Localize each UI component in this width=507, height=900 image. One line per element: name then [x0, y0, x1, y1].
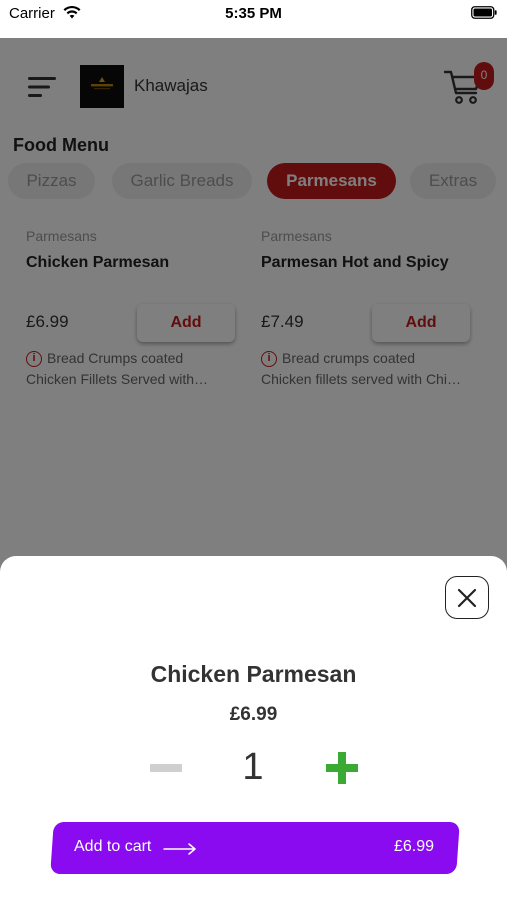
clock-time: 5:35 PM: [225, 5, 282, 22]
item-title: Chicken Parmesan: [150, 661, 357, 687]
quantity-decrease-button[interactable]: [150, 764, 182, 772]
quantity-increase-button[interactable]: [326, 752, 358, 784]
item-price: £6.99: [229, 704, 278, 725]
status-bar: Carrier 5:35 PM: [0, 0, 507, 38]
add-to-cart-price: £6.99: [393, 838, 434, 855]
quantity-value: 1: [242, 746, 264, 788]
close-button[interactable]: [445, 576, 489, 619]
add-to-cart-label: Add to cart: [74, 838, 152, 855]
arrow-right-icon: [163, 843, 196, 855]
add-item-sheet: Chicken Parmesan £6.99 1 Add to cart £6.…: [0, 556, 507, 900]
battery-full-icon: [471, 6, 497, 19]
add-to-cart-button[interactable]: Add to cart £6.99: [50, 822, 460, 874]
close-icon: [457, 588, 477, 608]
